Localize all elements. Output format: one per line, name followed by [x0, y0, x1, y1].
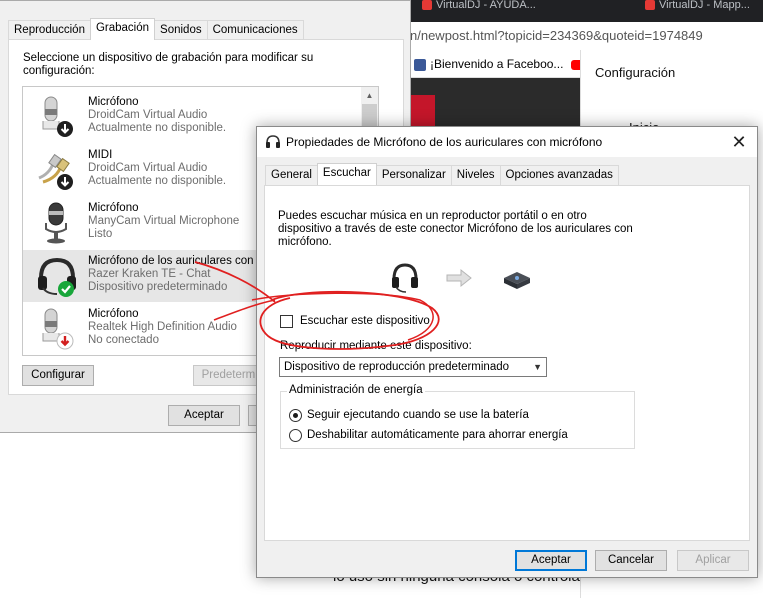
rca-cable-icon: [38, 153, 73, 190]
radio-auto-disable[interactable]: [289, 429, 302, 442]
facebook-icon: [414, 58, 426, 71]
power-management-title: Administración de energía: [287, 384, 425, 396]
microphone-icon: [42, 308, 74, 350]
radio-keep-running-label[interactable]: Seguir ejecutando cuando se use la bater…: [307, 409, 529, 421]
browser-tab[interactable]: VirtualDJ - AYUDA...: [422, 0, 536, 22]
site-favicon-icon: [645, 0, 655, 10]
device-status: Dispositivo predeterminado: [88, 281, 228, 293]
browser-tab[interactable]: VirtualDJ - Mapp...: [645, 0, 750, 22]
device-name: Micrófono: [88, 308, 139, 320]
recording-instructions: Seleccione un dispositivo de grabación p…: [23, 52, 314, 77]
device-name: Micrófono: [88, 202, 139, 214]
device-driver: Razer Kraken TE - Chat: [88, 268, 211, 280]
device-driver: DroidCam Virtual Audio: [88, 109, 208, 121]
settings-title: Configuración: [595, 65, 676, 80]
chevron-down-icon: ▼: [533, 362, 542, 372]
site-logo: [410, 95, 435, 130]
address-url-tail: n/newpost.html?topicid=234369&quoteid=19…: [585, 28, 703, 43]
sound-tabs: Reproducción Grabación Sonidos Comunicac…: [8, 18, 304, 40]
tab-general[interactable]: General: [265, 165, 318, 185]
device-driver: Realtek High Definition Audio: [88, 321, 237, 333]
tab-escuchar[interactable]: Escuchar: [316, 163, 377, 185]
browser-tab-label: VirtualDJ - AYUDA...: [436, 0, 536, 11]
sound-accept-button[interactable]: Aceptar: [168, 405, 240, 426]
address-bar-tail: n/newpost.html?topicid=234369&quoteid=19…: [585, 22, 763, 50]
tab-comunicaciones[interactable]: Comunicaciones: [206, 20, 304, 40]
listen-checkbox[interactable]: [280, 315, 293, 328]
listen-tab-page: Puedes escuchar música en un reproductor…: [264, 185, 750, 541]
tab-sonidos[interactable]: Sonidos: [154, 20, 208, 40]
device-driver: ManyCam Virtual Microphone: [88, 215, 240, 227]
playback-device-label: Reproducir mediante este dispositivo:: [280, 340, 472, 352]
device-name: MIDI: [88, 149, 113, 161]
properties-title: Propiedades de Micrófono de los auricula…: [286, 135, 603, 149]
headset-icon: [392, 263, 418, 293]
tab-grabacion[interactable]: Grabación: [89, 18, 156, 40]
apply-button[interactable]: Aplicar: [677, 550, 749, 571]
device-name: Micrófono: [88, 96, 139, 108]
listen-description: Puedes escuchar música en un reproductor…: [278, 210, 633, 248]
cancel-button[interactable]: Cancelar: [595, 550, 667, 571]
site-favicon-icon: [422, 0, 432, 10]
browser-tabstrip: VirtualDJ - AYUDA... VirtualDJ - Mapp...: [410, 0, 763, 22]
radio-keep-running[interactable]: [289, 409, 302, 422]
device-driver: DroidCam Virtual Audio: [88, 162, 208, 174]
headset-icon: [38, 257, 76, 297]
microphone-icon: [45, 202, 67, 244]
youtube-icon[interactable]: [571, 59, 580, 70]
headset-icon: [266, 135, 280, 148]
configure-button[interactable]: Configurar: [22, 365, 94, 386]
tab-opciones-avanzadas[interactable]: Opciones avanzadas: [499, 165, 619, 185]
bookmarks-bar: ¡Bienvenido a Faceboo...: [410, 50, 580, 78]
radio-auto-disable-label[interactable]: Deshabilitar automáticamente para ahorra…: [307, 429, 568, 441]
address-url: n/newpost.html?topicid=234369&quoteid=19…: [410, 28, 585, 43]
browser-tab-label: VirtualDJ - Mapp...: [659, 0, 750, 11]
microphone-properties-dialog: Propiedades de Micrófono de los auricula…: [256, 126, 758, 578]
playback-device-select[interactable]: Dispositivo de reproducción predetermina…: [279, 357, 547, 377]
tab-reproduccion[interactable]: Reproducción: [8, 20, 91, 40]
address-bar[interactable]: n/newpost.html?topicid=234369&quoteid=19…: [410, 22, 585, 50]
device-status: Actualmente no disponible.: [88, 122, 227, 134]
microphone-icon: [42, 96, 73, 137]
bookmark-facebook[interactable]: ¡Bienvenido a Faceboo...: [430, 57, 563, 71]
listen-checkbox-label[interactable]: Escuchar este dispositivo: [300, 315, 430, 327]
accept-button[interactable]: Aceptar: [515, 550, 587, 571]
scroll-up-icon[interactable]: ▲: [361, 87, 378, 104]
power-management-group: Administración de energía Seguir ejecuta…: [280, 384, 635, 449]
playback-device-value: Dispositivo de reproducción predetermina…: [284, 361, 510, 373]
device-status: Listo: [88, 228, 113, 240]
properties-tabs: General Escuchar Personalizar Niveles Op…: [265, 163, 619, 185]
properties-titlebar[interactable]: Propiedades de Micrófono de los auricula…: [257, 127, 757, 157]
device-status: No conectado: [88, 334, 159, 346]
tab-personalizar[interactable]: Personalizar: [375, 165, 452, 185]
arrow-right-icon: [446, 268, 472, 288]
device-status: Actualmente no disponible.: [88, 175, 227, 187]
audio-device-icon: [504, 272, 530, 289]
close-icon[interactable]: ✕: [727, 130, 751, 154]
tab-niveles[interactable]: Niveles: [450, 165, 501, 185]
